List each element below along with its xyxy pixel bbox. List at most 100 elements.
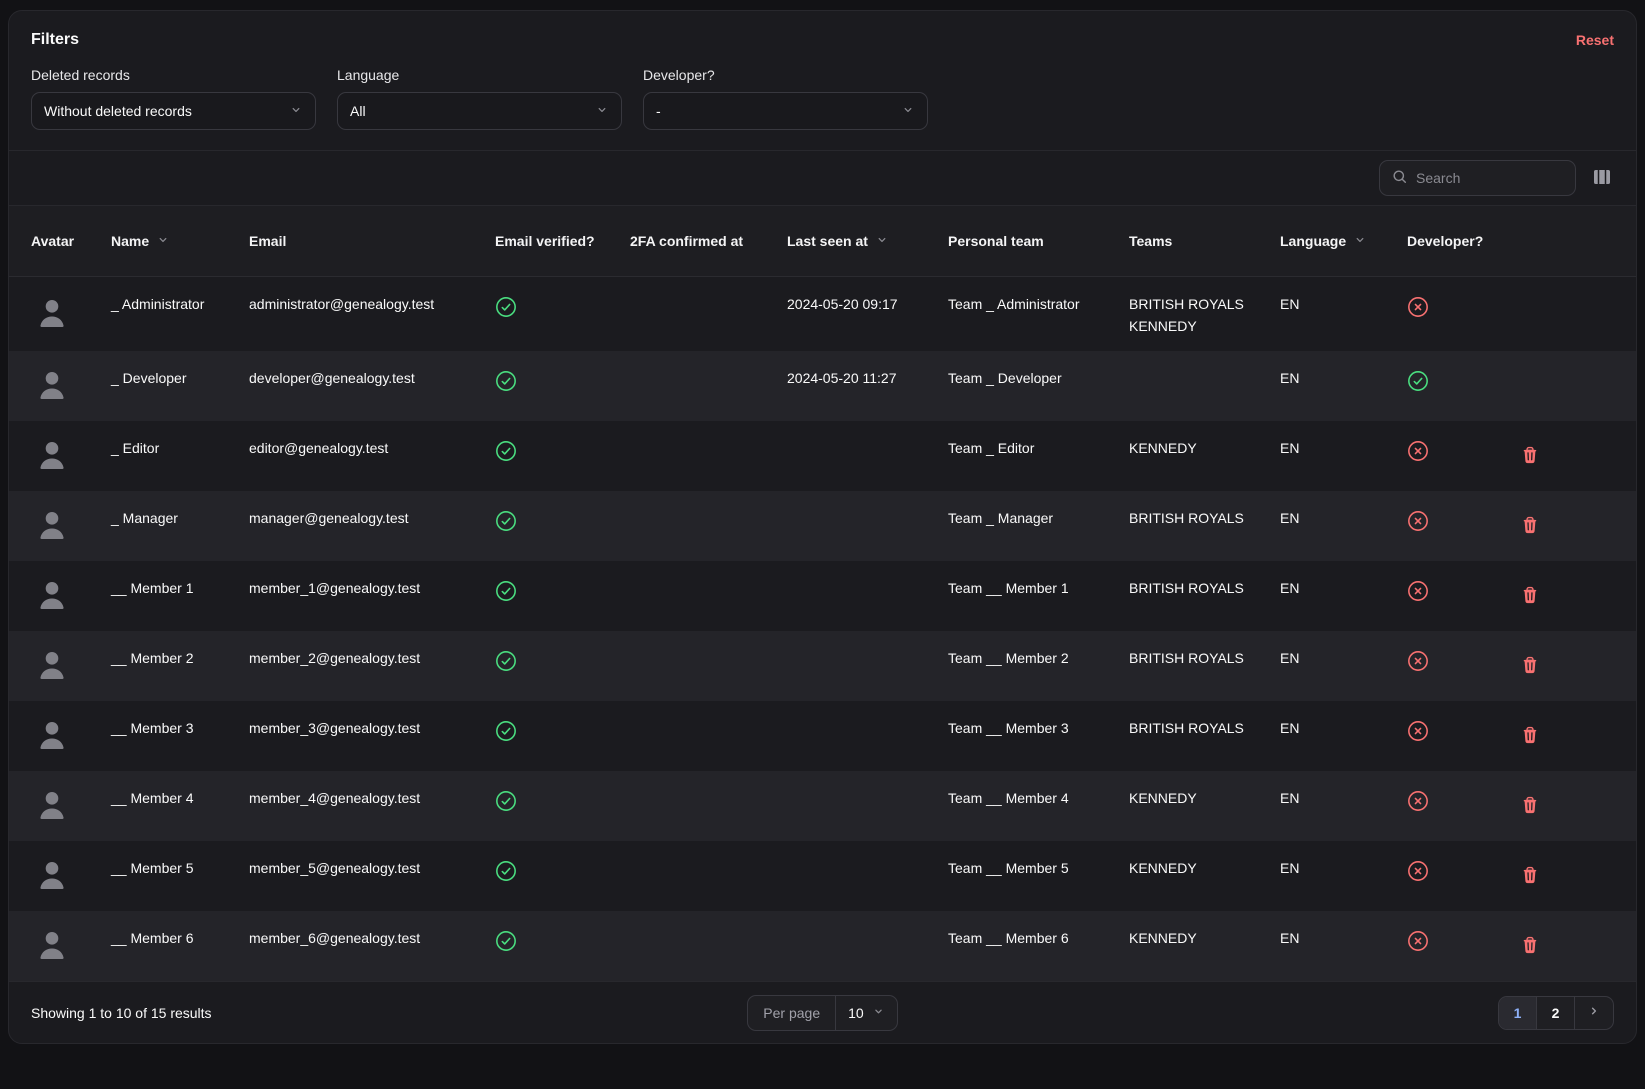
- filter-select-value: All: [350, 103, 366, 119]
- delete-user-button[interactable]: [1521, 796, 1539, 817]
- trash-icon: [1521, 796, 1539, 817]
- columns-icon: [1592, 167, 1612, 190]
- user-avatar-icon: [31, 784, 73, 829]
- trash-icon: [1521, 516, 1539, 537]
- table-row[interactable]: _ Editor editor@genealogy.test Team _ Ed…: [9, 421, 1636, 491]
- delete-user-button[interactable]: [1521, 936, 1539, 957]
- table-row[interactable]: __ Member 6 member_6@genealogy.test Team…: [9, 911, 1636, 981]
- delete-user-button[interactable]: [1521, 866, 1539, 887]
- x-circle-icon: [1407, 729, 1429, 745]
- cell-avatar: [31, 841, 111, 911]
- column-header-email: Email: [249, 206, 495, 276]
- table-row[interactable]: __ Member 1 member_1@genealogy.test Team…: [9, 561, 1636, 631]
- chevron-right-icon: [1587, 1004, 1601, 1021]
- filter-field-language: Language All: [337, 67, 622, 130]
- filter-field-deleted-records: Deleted records Without deleted records: [31, 67, 316, 130]
- cell-teams: BRITISH ROYALSKENNEDY: [1129, 277, 1280, 351]
- users-table: Avatar Name Email Email verified? 2FA co…: [9, 206, 1636, 981]
- cell-name: __ Member 1: [111, 561, 249, 631]
- cell-name: _ Developer: [111, 351, 249, 421]
- cell-2fa-confirmed-at: [630, 277, 787, 351]
- table-row[interactable]: __ Member 3 member_3@genealogy.test Team…: [9, 701, 1636, 771]
- cell-name: __ Member 6: [111, 911, 249, 981]
- cell-actions: [1521, 277, 1614, 351]
- x-circle-icon: [1407, 519, 1429, 535]
- cell-developer: [1407, 911, 1521, 981]
- x-circle-icon: [1407, 449, 1429, 465]
- table-row[interactable]: _ Developer developer@genealogy.test 202…: [9, 351, 1636, 421]
- cell-2fa-confirmed-at: [630, 421, 787, 491]
- column-header-name[interactable]: Name: [111, 206, 249, 276]
- pagination: 1 2: [1498, 996, 1614, 1030]
- search-input[interactable]: [1416, 170, 1564, 186]
- table-row[interactable]: __ Member 2 member_2@genealogy.test Team…: [9, 631, 1636, 701]
- user-avatar-icon: [31, 924, 73, 969]
- delete-user-button[interactable]: [1521, 516, 1539, 537]
- cell-avatar: [31, 701, 111, 771]
- cell-2fa-confirmed-at: [630, 491, 787, 561]
- cell-name: __ Member 4: [111, 771, 249, 841]
- filter-select-language[interactable]: All: [337, 92, 622, 130]
- check-circle-icon: [495, 869, 517, 885]
- table-row[interactable]: __ Member 5 member_5@genealogy.test Team…: [9, 841, 1636, 911]
- per-page-select[interactable]: 10: [836, 996, 897, 1030]
- column-header-last-seen-at[interactable]: Last seen at: [787, 206, 948, 276]
- cell-developer: [1407, 351, 1521, 421]
- delete-user-button[interactable]: [1521, 726, 1539, 747]
- next-page-button[interactable]: [1575, 997, 1613, 1029]
- column-header-actions: [1521, 206, 1614, 276]
- cell-last-seen-at: [787, 911, 948, 981]
- cell-teams: BRITISH ROYALS: [1129, 561, 1280, 631]
- team-badge: KENNEDY: [1129, 315, 1272, 337]
- check-circle-icon: [495, 305, 517, 321]
- cell-2fa-confirmed-at: [630, 561, 787, 631]
- cell-2fa-confirmed-at: [630, 911, 787, 981]
- table-row[interactable]: _ Administrator administrator@genealogy.…: [9, 277, 1636, 351]
- column-header-language[interactable]: Language: [1280, 206, 1407, 276]
- table-row[interactable]: _ Manager manager@genealogy.test Team _ …: [9, 491, 1636, 561]
- cell-last-seen-at: 2024-05-20 09:17: [787, 277, 948, 351]
- toggle-columns-button[interactable]: [1592, 167, 1612, 190]
- filter-select-developer[interactable]: -: [643, 92, 928, 130]
- filter-select-deleted-records[interactable]: Without deleted records: [31, 92, 316, 130]
- cell-2fa-confirmed-at: [630, 701, 787, 771]
- table-toolbar: [9, 151, 1636, 206]
- check-circle-icon: [495, 519, 517, 535]
- cell-developer: [1407, 771, 1521, 841]
- cell-email-verified: [495, 561, 630, 631]
- trash-icon: [1521, 656, 1539, 677]
- cell-actions: [1521, 351, 1614, 421]
- x-circle-icon: [1407, 589, 1429, 605]
- table-body: _ Administrator administrator@genealogy.…: [9, 277, 1636, 981]
- cell-email: editor@genealogy.test: [249, 421, 495, 491]
- cell-developer: [1407, 561, 1521, 631]
- sort-chevron-icon: [875, 233, 889, 250]
- cell-language: EN: [1280, 911, 1407, 981]
- table-row[interactable]: __ Member 4 member_4@genealogy.test Team…: [9, 771, 1636, 841]
- cell-developer: [1407, 631, 1521, 701]
- page-button-1[interactable]: 1: [1499, 997, 1537, 1029]
- delete-user-button[interactable]: [1521, 446, 1539, 467]
- delete-user-button[interactable]: [1521, 656, 1539, 677]
- cell-email: member_5@genealogy.test: [249, 841, 495, 911]
- chevron-down-icon: [595, 103, 609, 120]
- column-header-2fa-confirmed-at: 2FA confirmed at: [630, 206, 787, 276]
- team-badge: BRITISH ROYALS: [1129, 577, 1272, 599]
- cell-language: EN: [1280, 561, 1407, 631]
- cell-email: member_3@genealogy.test: [249, 701, 495, 771]
- x-circle-icon: [1407, 659, 1429, 675]
- delete-user-button[interactable]: [1521, 586, 1539, 607]
- page-button-2[interactable]: 2: [1537, 997, 1575, 1029]
- cell-avatar: [31, 351, 111, 421]
- team-badge: BRITISH ROYALS: [1129, 717, 1272, 739]
- cell-2fa-confirmed-at: [630, 841, 787, 911]
- cell-personal-team: Team _ Manager: [948, 491, 1129, 561]
- trash-icon: [1521, 936, 1539, 957]
- cell-language: EN: [1280, 491, 1407, 561]
- results-summary: Showing 1 to 10 of 15 results: [31, 1005, 747, 1021]
- team-badge: KENNEDY: [1129, 927, 1272, 949]
- cell-personal-team: Team __ Member 4: [948, 771, 1129, 841]
- cell-email-verified: [495, 351, 630, 421]
- cell-email-verified: [495, 421, 630, 491]
- reset-filters-button[interactable]: Reset: [1576, 32, 1614, 48]
